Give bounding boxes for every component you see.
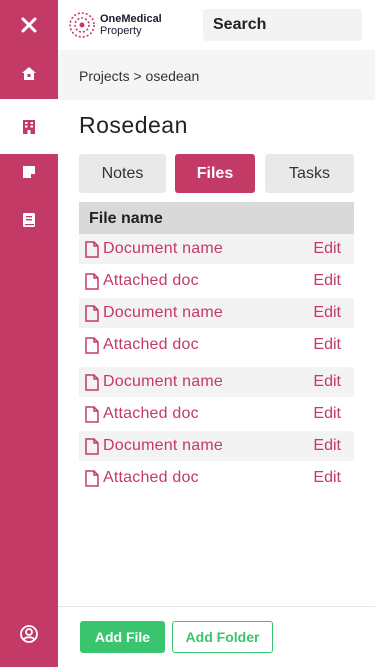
add-file-button[interactable]: Add File: [80, 621, 165, 653]
close-button[interactable]: [0, 1, 58, 49]
document-icon: [85, 337, 99, 354]
close-icon: [21, 17, 37, 33]
brand-name-line2: Property: [100, 25, 142, 37]
edit-link[interactable]: Edit: [313, 240, 341, 258]
note-icon: [23, 166, 35, 178]
table-row: Attached doc Edit: [79, 399, 354, 429]
document-icon: [85, 470, 99, 487]
edit-link[interactable]: Edit: [313, 405, 341, 423]
top-header: OneMedical Property: [58, 0, 375, 50]
file-name-link[interactable]: Document name: [103, 437, 223, 455]
add-folder-button[interactable]: Add Folder: [172, 621, 273, 653]
document-icon: [85, 305, 99, 322]
sidebar-item-properties[interactable]: [0, 99, 58, 154]
file-name-link[interactable]: Attached doc: [103, 469, 199, 487]
search-input[interactable]: [203, 9, 362, 41]
file-name-link[interactable]: Document name: [103, 373, 223, 391]
document-icon: [85, 241, 99, 258]
table-row: Attached doc Edit: [79, 330, 354, 360]
table-row: Document name Edit: [79, 431, 354, 461]
file-name-link[interactable]: Attached doc: [103, 272, 199, 290]
brand-name: OneMedical Property: [100, 13, 162, 37]
sidebar-item-notes[interactable]: [0, 148, 58, 196]
brand-name-line1: OneMedical: [100, 13, 162, 25]
book-icon: [23, 213, 35, 227]
document-icon: [85, 374, 99, 391]
building-icon: [23, 119, 35, 134]
brand-logo-icon: [69, 12, 95, 38]
edit-link[interactable]: Edit: [313, 437, 341, 455]
table-row: Document name Edit: [79, 367, 354, 397]
tab-notes[interactable]: Notes: [79, 154, 166, 193]
footer-divider: [58, 606, 375, 607]
file-name-link[interactable]: Document name: [103, 240, 223, 258]
file-name-link[interactable]: Attached doc: [103, 405, 199, 423]
tab-files[interactable]: Files: [175, 154, 255, 193]
document-icon: [85, 273, 99, 290]
account-button[interactable]: [0, 610, 58, 658]
user-circle-icon: [20, 625, 38, 643]
tab-tasks[interactable]: Tasks: [265, 154, 354, 193]
sidebar: [0, 0, 58, 667]
edit-link[interactable]: Edit: [313, 373, 341, 391]
sidebar-item-documents[interactable]: [0, 196, 58, 244]
edit-link[interactable]: Edit: [313, 469, 341, 487]
edit-link[interactable]: Edit: [313, 272, 341, 290]
document-icon: [85, 438, 99, 455]
table-header: File name: [79, 202, 354, 234]
column-header-file-name: File name: [89, 210, 163, 227]
table-row: Document name Edit: [79, 234, 354, 264]
table-row: Document name Edit: [79, 298, 354, 328]
table-row: Attached doc Edit: [79, 463, 354, 493]
edit-link[interactable]: Edit: [313, 336, 341, 354]
file-name-link[interactable]: Document name: [103, 304, 223, 322]
document-icon: [85, 406, 99, 423]
page-title: Rosedean: [79, 112, 188, 138]
table-row: Attached doc Edit: [79, 266, 354, 296]
file-name-link[interactable]: Attached doc: [103, 336, 199, 354]
breadcrumb[interactable]: Projects > osedean: [79, 68, 199, 84]
home-icon: [22, 66, 36, 80]
edit-link[interactable]: Edit: [313, 304, 341, 322]
breadcrumb-bar: Projects > osedean: [58, 50, 375, 100]
sidebar-item-home[interactable]: [0, 49, 58, 97]
